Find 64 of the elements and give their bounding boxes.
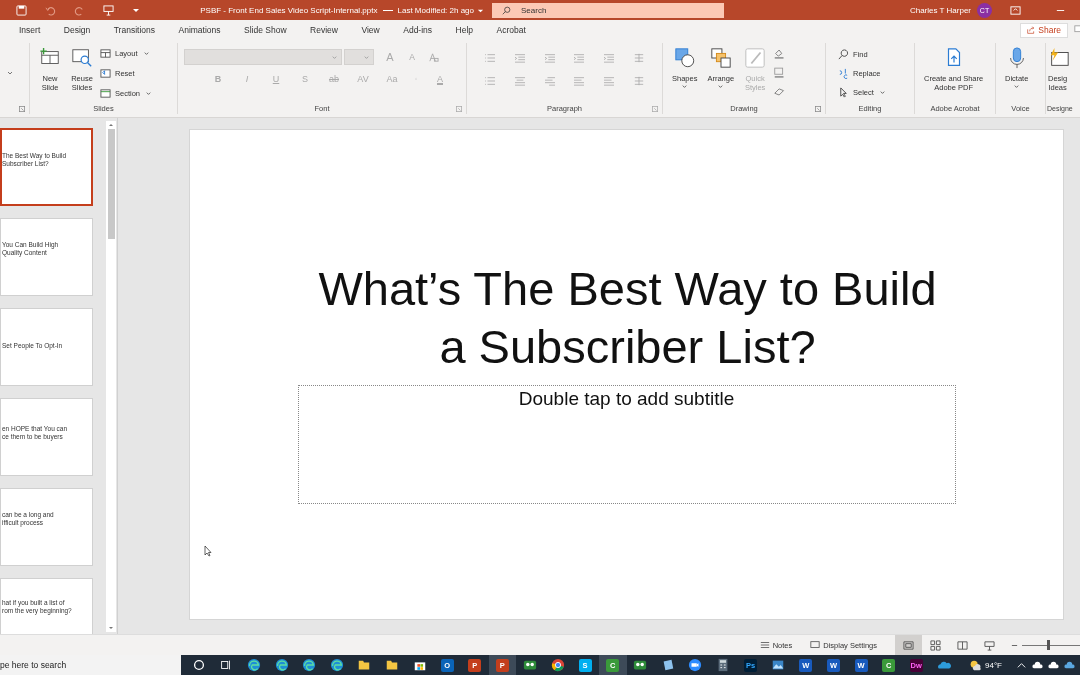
ribbon-tab[interactable]: Slide Show bbox=[236, 20, 295, 40]
launcher-icon[interactable] bbox=[815, 106, 821, 112]
normal-view-button[interactable] bbox=[895, 635, 922, 655]
ribbon-tab[interactable]: Animations bbox=[170, 20, 229, 40]
share-button[interactable]: Share bbox=[1020, 22, 1068, 38]
search-field[interactable]: Search bbox=[492, 2, 724, 18]
search-icon bbox=[502, 5, 511, 15]
scroll-thumb[interactable] bbox=[107, 129, 115, 239]
last-modified[interactable]: Last Modified: 2h ago bbox=[397, 5, 474, 15]
replace-icon bbox=[838, 67, 849, 79]
view-icon bbox=[903, 639, 914, 651]
ribbon-tab[interactable]: Transitions bbox=[105, 20, 163, 40]
section-icon bbox=[100, 87, 111, 99]
layout-icon bbox=[100, 47, 111, 59]
caret-icon bbox=[1013, 83, 1021, 91]
caret-icon bbox=[878, 88, 886, 96]
ribbon-tab[interactable]: Help bbox=[447, 20, 482, 40]
shapes-icon bbox=[673, 47, 696, 69]
ribbon-tab[interactable]: View bbox=[353, 20, 388, 40]
caret-icon bbox=[363, 54, 370, 61]
caret-icon bbox=[717, 83, 725, 91]
presentation-icon[interactable] bbox=[103, 4, 114, 16]
window-title: PSBF - Front End Sales Video Script-Internal.pptx bbox=[200, 5, 378, 15]
ribbon-tab[interactable]: Acrobat bbox=[488, 20, 534, 40]
monitor-icon bbox=[810, 640, 821, 650]
view-icon bbox=[930, 639, 941, 651]
undo-icon[interactable] bbox=[45, 4, 56, 16]
caret-icon bbox=[681, 83, 689, 91]
scroll-bar[interactable] bbox=[106, 121, 116, 632]
caret-icon bbox=[145, 89, 153, 97]
ribbon-display-icon[interactable] bbox=[1010, 4, 1021, 16]
shape-effects-icon[interactable] bbox=[773, 86, 788, 97]
dropdown-icon[interactable] bbox=[132, 6, 140, 14]
share-icon bbox=[1027, 26, 1036, 34]
quick-styles-icon bbox=[744, 47, 767, 69]
ribbon-tab[interactable]: Design bbox=[55, 20, 99, 40]
ribbon-tab[interactable]: Review bbox=[302, 20, 346, 40]
view-icon bbox=[984, 639, 995, 651]
caret-icon bbox=[142, 49, 150, 57]
taskbar-search-field[interactable]: pe here to search bbox=[0, 655, 181, 675]
arrange-icon bbox=[709, 47, 732, 69]
weather-icon[interactable] bbox=[968, 658, 982, 672]
search-icon bbox=[838, 48, 849, 60]
zoom-slider[interactable] bbox=[1022, 639, 1080, 651]
subtitle-placeholder[interactable]: Double tap to add subtitle bbox=[297, 385, 956, 504]
cloud-icon[interactable] bbox=[1032, 659, 1043, 671]
cloud-icon[interactable] bbox=[1048, 659, 1059, 671]
caret-icon bbox=[331, 54, 338, 61]
design-ideas-icon bbox=[1048, 47, 1070, 69]
weather-temperature[interactable]: 94°F bbox=[985, 660, 1002, 670]
ribbon-tab[interactable]: Add-ins bbox=[395, 20, 441, 40]
slide-title[interactable]: What’s The Best Way to Build a Subscriber List? bbox=[312, 260, 943, 376]
pointer-icon bbox=[204, 545, 212, 557]
notes-icon bbox=[759, 640, 770, 650]
user-name[interactable]: Charles T Harper bbox=[909, 5, 971, 15]
view-icon bbox=[957, 639, 968, 651]
redo-icon[interactable] bbox=[74, 4, 85, 16]
pointer-icon bbox=[838, 86, 849, 98]
launcher-icon[interactable] bbox=[19, 106, 25, 112]
reset-icon bbox=[100, 67, 111, 79]
reuse-slides-icon bbox=[71, 47, 93, 69]
save-icon[interactable] bbox=[16, 4, 27, 16]
ribbon-tab[interactable]: Insert bbox=[11, 20, 49, 40]
scroll-down-icon[interactable] bbox=[107, 624, 115, 632]
